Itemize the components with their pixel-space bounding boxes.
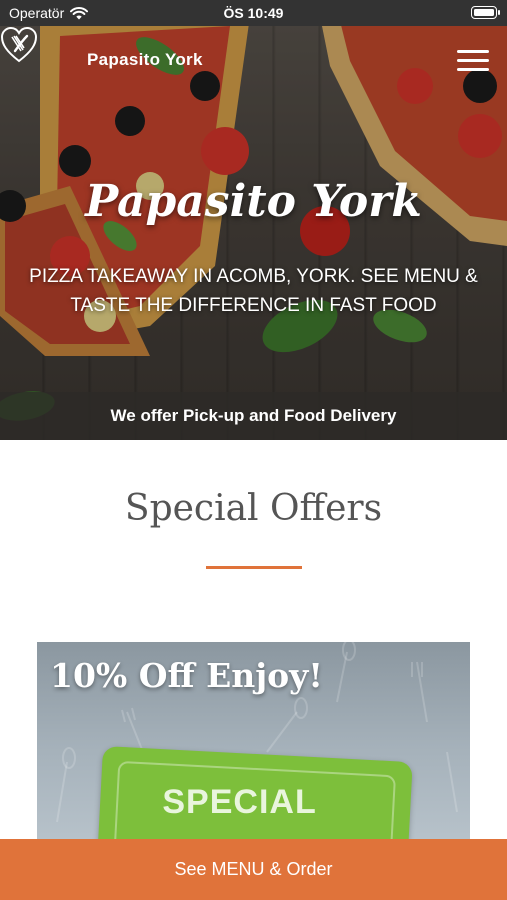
special-offers-heading: Special Offers [124,488,383,529]
brand-name[interactable]: Papasito York [87,50,203,70]
heading-divider [206,566,302,569]
delivery-banner: We offer Pick-up and Food Delivery [0,392,507,440]
offer-title: 10% Off Enjoy! [50,656,323,695]
top-navigation: Papasito York [0,26,507,96]
hero-banner: Papasito York Papasito York PIZZA TAKEAW… [0,26,507,440]
status-bar: Operatör ÖS 10:49 [0,0,507,26]
fork-knife-heart-icon[interactable] [0,26,38,64]
see-menu-order-button[interactable]: See MENU & Order [0,839,507,900]
status-time: ÖS 10:49 [223,5,284,21]
hero-subtitle: PIZZA TAKEAWAY IN ACOMB, YORK. SEE MENU … [29,266,478,316]
battery-icon [471,6,500,19]
offer-badge: SPECIAL [162,783,317,822]
special-ticket-image: SPECIAL [95,745,413,852]
hero-title: Papasito York [85,176,422,227]
hamburger-menu-icon[interactable] [457,50,489,72]
offer-card[interactable]: 10% Off Enjoy! SPECIAL [37,642,470,852]
